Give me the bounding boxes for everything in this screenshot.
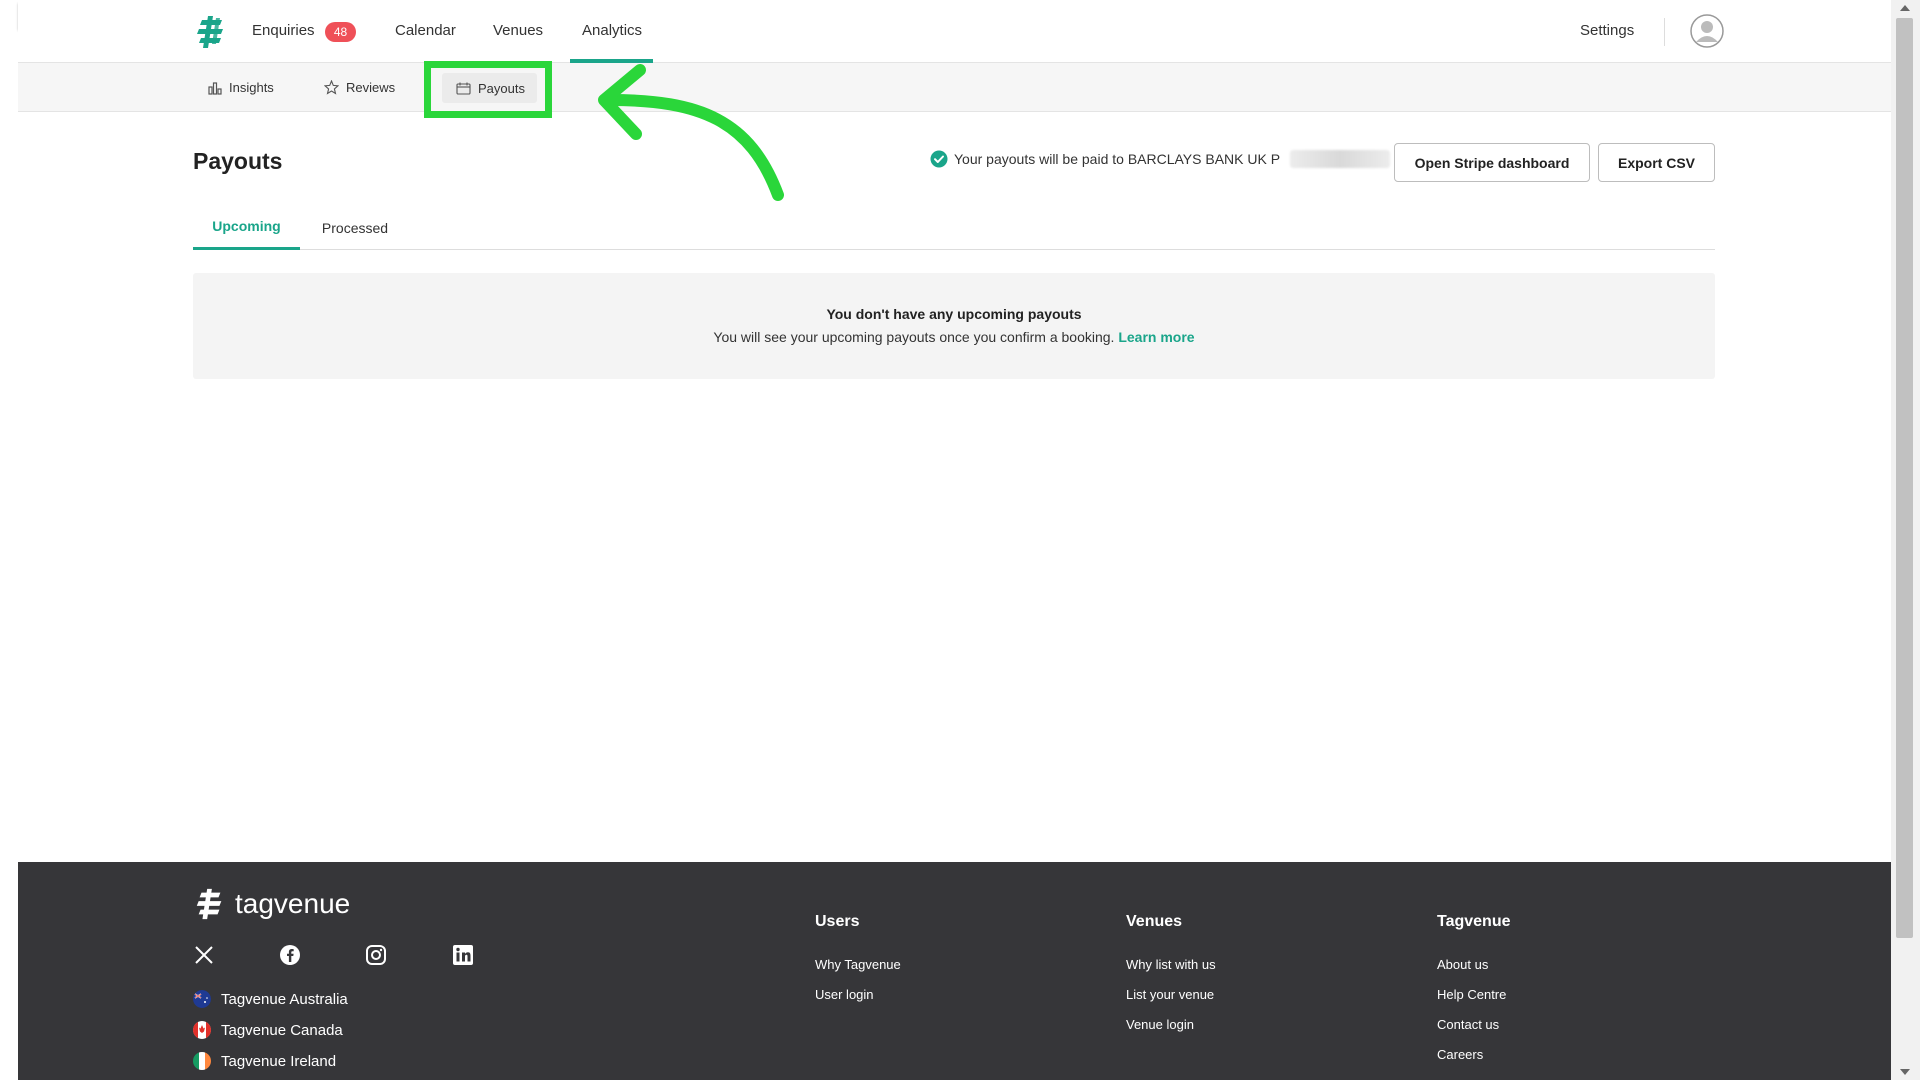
top-navigation: Enquiries 48 Calendar Venues Analytics S… — [18, 0, 1898, 63]
footer-link-why-tagvenue[interactable]: Why Tagvenue — [815, 957, 901, 972]
linkedin-icon[interactable] — [452, 944, 474, 966]
footer-link-help-centre[interactable]: Help Centre — [1437, 987, 1511, 1002]
country-link-canada[interactable]: Tagvenue Canada — [193, 1021, 343, 1039]
empty-state-text: You will see your upcoming payouts once … — [193, 329, 1715, 345]
open-stripe-dashboard-button[interactable]: Open Stripe dashboard — [1394, 143, 1590, 182]
instagram-icon[interactable] — [365, 944, 387, 966]
page-scrollbar[interactable] — [1891, 0, 1920, 1080]
x-icon[interactable] — [193, 944, 215, 966]
footer-brand[interactable]: tagvenue — [193, 887, 350, 921]
country-link-australia[interactable]: Tagvenue Australia — [193, 990, 348, 1008]
footer-link-venue-login[interactable]: Venue login — [1126, 1017, 1216, 1032]
country-label: Tagvenue Canada — [221, 1021, 343, 1039]
empty-state-title: You don't have any upcoming payouts — [826, 306, 1082, 322]
empty-state-panel: You don't have any upcoming payouts You … — [193, 273, 1715, 379]
nav-divider — [1664, 18, 1665, 46]
country-label: Tagvenue Australia — [221, 990, 348, 1008]
tab-processed[interactable]: Processed — [300, 205, 410, 250]
scroll-down-arrow-icon[interactable] — [1900, 1069, 1910, 1075]
country-link-ireland[interactable]: Tagvenue Ireland — [193, 1052, 336, 1070]
redacted-account-number — [1290, 150, 1391, 168]
footer-column-venues: Venues Why list with us List your venue … — [1126, 913, 1216, 1047]
tagvenue-logo-icon[interactable] — [193, 14, 229, 50]
page-title: Payouts — [193, 148, 283, 174]
payout-destination-info: Your payouts will be paid to BARCLAYS BA… — [930, 150, 1391, 168]
nav-settings[interactable]: Settings — [1580, 22, 1634, 39]
nav-venues[interactable]: Venues — [493, 22, 543, 39]
footer-link-list-venue[interactable]: List your venue — [1126, 987, 1216, 1002]
footer-link-careers[interactable]: Careers — [1437, 1047, 1511, 1062]
footer-link-user-login[interactable]: User login — [815, 987, 901, 1002]
footer-column-title: Users — [815, 913, 860, 930]
payout-destination-text: Your payouts will be paid to BARCLAYS BA… — [954, 151, 1281, 167]
reviews-star-icon — [324, 80, 339, 95]
nav-analytics[interactable]: Analytics — [582, 22, 642, 39]
facebook-icon[interactable] — [279, 944, 301, 966]
nav-calendar[interactable]: Calendar — [395, 22, 456, 39]
footer-column-users: Users Why Tagvenue User login — [815, 913, 901, 1017]
sub-navigation: Insights Reviews Payouts — [18, 63, 1898, 112]
footer-link-contact-us[interactable]: Contact us — [1437, 1017, 1511, 1032]
subnav-reviews[interactable]: Reviews — [324, 63, 395, 112]
australia-flag-icon — [193, 990, 211, 1008]
canada-flag-icon — [193, 1021, 211, 1039]
enquiries-count-badge: 48 — [325, 22, 356, 42]
payouts-highlight-box — [424, 61, 552, 118]
arrow-annotation — [598, 64, 784, 201]
learn-more-link[interactable]: Learn more — [1118, 329, 1194, 345]
footer: tagvenue Tagvenue Australia Tagvenue Can… — [18, 862, 1891, 1080]
footer-link-why-list[interactable]: Why list with us — [1126, 957, 1216, 972]
subnav-insights[interactable]: Insights — [208, 63, 274, 112]
empty-state-message: You will see your upcoming payouts once … — [713, 329, 1115, 345]
footer-column-title: Tagvenue — [1437, 913, 1511, 930]
ireland-flag-icon — [193, 1052, 211, 1070]
subnav-reviews-label: Reviews — [346, 80, 396, 95]
footer-brand-name: tagvenue — [235, 888, 351, 919]
avatar-icon[interactable] — [1690, 14, 1724, 48]
nav-enquiries[interactable]: Enquiries — [252, 22, 315, 39]
scroll-up-arrow-icon[interactable] — [1900, 5, 1910, 11]
payout-tabs: Upcoming Processed — [193, 205, 1715, 250]
check-circle-icon — [930, 150, 948, 168]
insights-icon — [208, 81, 222, 95]
export-csv-button[interactable]: Export CSV — [1598, 143, 1715, 182]
scrollbar-thumb[interactable] — [1896, 18, 1913, 938]
tagvenue-logo-icon — [196, 888, 222, 920]
footer-link-about-us[interactable]: About us — [1437, 957, 1511, 972]
country-label: Tagvenue Ireland — [221, 1052, 337, 1070]
subnav-insights-label: Insights — [229, 80, 274, 95]
tab-upcoming[interactable]: Upcoming — [193, 205, 300, 250]
footer-column-tagvenue: Tagvenue About us Help Centre Contact us… — [1437, 913, 1511, 1077]
footer-column-title: Venues — [1126, 913, 1183, 930]
